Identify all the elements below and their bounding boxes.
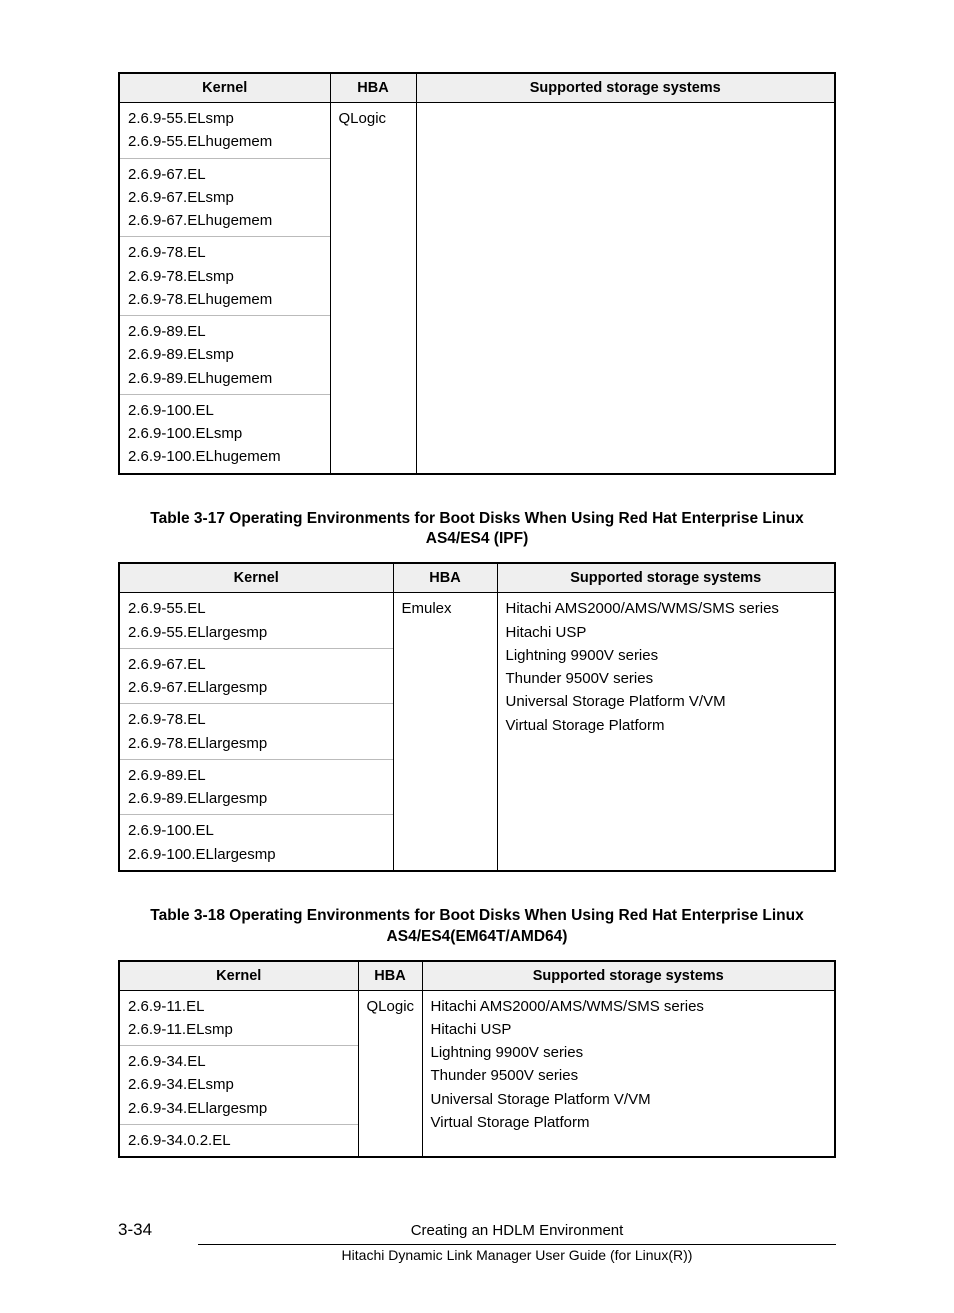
kernel-cell: 2.6.9-55.ELsmp2.6.9-55.ELhugemem <box>119 103 330 159</box>
col-header-kernel: Kernel <box>119 961 358 991</box>
col-header-hba: HBA <box>330 73 416 103</box>
hba-cell: Emulex <box>393 593 497 871</box>
table-caption-3-18: Table 3-18 Operating Environments for Bo… <box>136 906 818 948</box>
kernel-cell: 2.6.9-34.EL2.6.9-34.ELsmp2.6.9-34.ELlarg… <box>119 1046 358 1125</box>
hba-cell: QLogic <box>358 990 422 1157</box>
col-header-hba: HBA <box>393 563 497 593</box>
hba-cell: QLogic <box>330 103 416 474</box>
page-footer: 3-34 Creating an HDLM Environment Hitach… <box>118 1220 836 1263</box>
table-row: 2.6.9-55.EL2.6.9-55.ELlargesmp Emulex Hi… <box>119 593 835 649</box>
kernel-cell: 2.6.9-67.EL2.6.9-67.ELsmp2.6.9-67.ELhuge… <box>119 158 330 237</box>
compatibility-table-3: Kernel HBA Supported storage systems 2.6… <box>118 960 836 1159</box>
kernel-cell: 2.6.9-78.EL2.6.9-78.ELsmp2.6.9-78.ELhuge… <box>119 237 330 316</box>
col-header-sss: Supported storage systems <box>497 563 835 593</box>
compatibility-table-2: Kernel HBA Supported storage systems 2.6… <box>118 562 836 872</box>
col-header-kernel: Kernel <box>119 563 393 593</box>
kernel-cell: 2.6.9-55.EL2.6.9-55.ELlargesmp <box>119 593 393 649</box>
page-number: 3-34 <box>118 1220 198 1240</box>
table-row: 2.6.9-55.ELsmp2.6.9-55.ELhugemem QLogic <box>119 103 835 159</box>
table-row: 2.6.9-11.EL2.6.9-11.ELsmp QLogic Hitachi… <box>119 990 835 1046</box>
sss-cell <box>416 103 835 474</box>
kernel-cell: 2.6.9-100.EL2.6.9-100.ELlargesmp <box>119 815 393 871</box>
col-header-sss: Supported storage systems <box>422 961 835 991</box>
sss-cell: Hitachi AMS2000/AMS/WMS/SMS seriesHitach… <box>497 593 835 871</box>
table-caption-3-17: Table 3-17 Operating Environments for Bo… <box>136 509 818 551</box>
kernel-cell: 2.6.9-89.EL2.6.9-89.ELlargesmp <box>119 759 393 815</box>
book-title: Hitachi Dynamic Link Manager User Guide … <box>198 1247 836 1263</box>
compatibility-table-1: Kernel HBA Supported storage systems 2.6… <box>118 72 836 475</box>
kernel-cell: 2.6.9-67.EL2.6.9-67.ELlargesmp <box>119 648 393 704</box>
sss-cell: Hitachi AMS2000/AMS/WMS/SMS seriesHitach… <box>422 990 835 1157</box>
kernel-cell: 2.6.9-89.EL2.6.9-89.ELsmp2.6.9-89.ELhuge… <box>119 316 330 395</box>
kernel-cell: 2.6.9-78.EL2.6.9-78.ELlargesmp <box>119 704 393 760</box>
kernel-cell: 2.6.9-34.0.2.EL <box>119 1124 358 1157</box>
kernel-cell: 2.6.9-11.EL2.6.9-11.ELsmp <box>119 990 358 1046</box>
footer-divider <box>198 1244 836 1245</box>
kernel-cell: 2.6.9-100.EL2.6.9-100.ELsmp2.6.9-100.ELh… <box>119 394 330 473</box>
col-header-sss: Supported storage systems <box>416 73 835 103</box>
section-title: Creating an HDLM Environment <box>198 1222 836 1239</box>
col-header-hba: HBA <box>358 961 422 991</box>
col-header-kernel: Kernel <box>119 73 330 103</box>
